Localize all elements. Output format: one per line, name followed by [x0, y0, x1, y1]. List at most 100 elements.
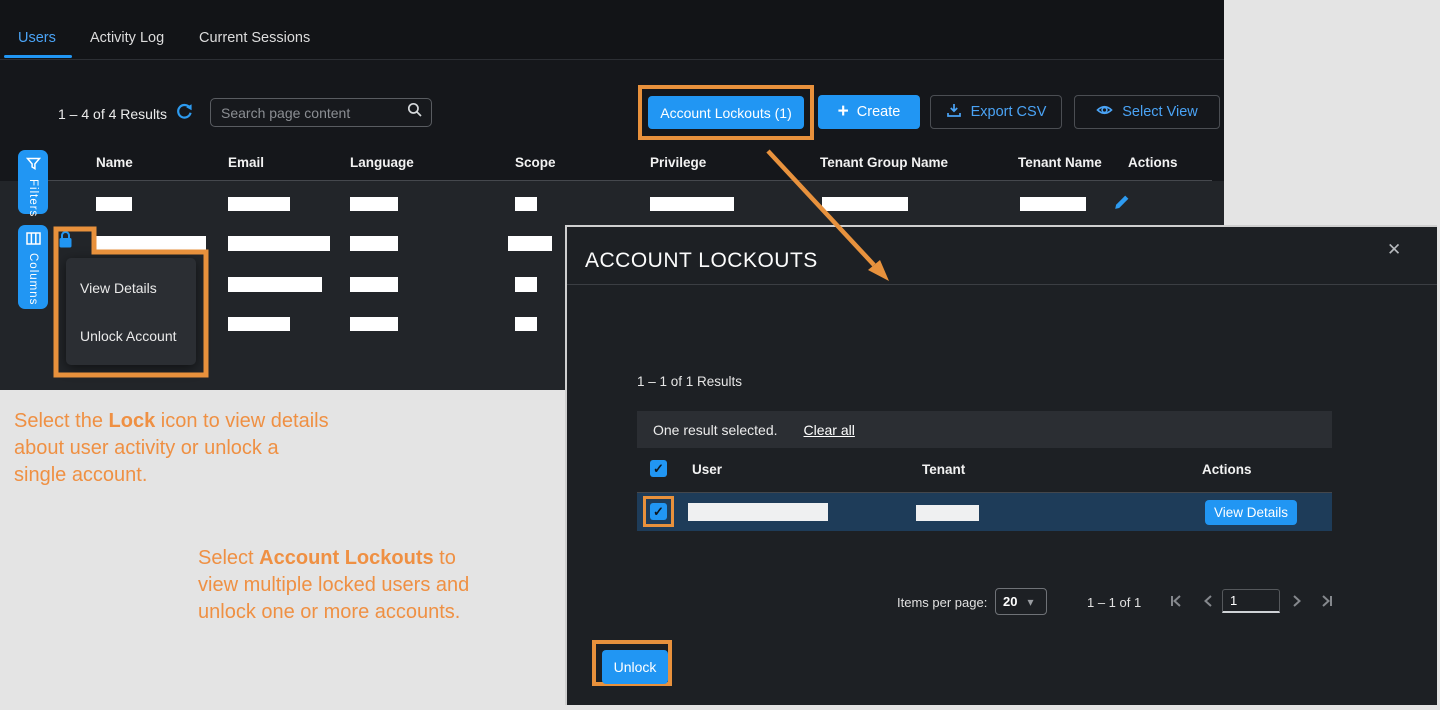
lock-context-menu: View Details Unlock Account	[66, 258, 196, 365]
unlock-button[interactable]: Unlock	[602, 650, 668, 684]
search-input[interactable]	[221, 105, 407, 121]
redacted-cell	[1020, 197, 1086, 211]
last-page-button[interactable]	[1318, 593, 1336, 612]
redacted-cell	[515, 277, 537, 292]
eye-icon	[1096, 103, 1113, 121]
col-header-email: Email	[228, 155, 264, 170]
redacted-tenant-cell	[916, 505, 979, 521]
redacted-cell	[508, 236, 552, 251]
select-view-label: Select View	[1122, 104, 1198, 120]
page-number-input[interactable]	[1222, 589, 1280, 613]
view-details-button[interactable]: View Details	[1205, 500, 1297, 525]
pagination: Items per page: 20 ▾ 1 – 1 of 1	[567, 587, 1367, 617]
redacted-cell	[350, 236, 398, 251]
redacted-cell	[228, 317, 290, 331]
filters-button[interactable]: Filters	[18, 150, 48, 214]
checkbox-callout: ✓	[643, 496, 674, 527]
modal-col-header-tenant: Tenant	[922, 462, 965, 477]
export-csv-label: Export CSV	[971, 104, 1047, 120]
row-checkbox[interactable]: ✓	[650, 503, 667, 520]
columns-button[interactable]: Columns	[18, 225, 48, 309]
items-per-page-value: 20	[1003, 594, 1017, 609]
filters-button-label: Filters	[27, 179, 39, 217]
redacted-cell	[228, 197, 290, 211]
lock-annotation-pre: Select the	[14, 410, 109, 432]
col-header-privilege: Privilege	[650, 155, 706, 170]
search-box[interactable]	[210, 98, 432, 127]
col-header-tenant-group-name: Tenant Group Name	[820, 155, 948, 170]
lockouts-annotation: Select Account Lockouts to view multiple…	[198, 545, 498, 626]
selection-text: One result selected.	[653, 422, 778, 438]
pagination-range: 1 – 1 of 1	[1087, 595, 1141, 610]
selection-bar: One result selected. Clear all	[637, 411, 1332, 448]
modal-col-header-actions: Actions	[1202, 462, 1252, 477]
account-lockouts-callout: Account Lockouts (1)	[638, 85, 814, 140]
first-page-button[interactable]	[1168, 593, 1186, 612]
items-per-page-select[interactable]: 20 ▾	[995, 588, 1047, 615]
lock-icon	[57, 237, 74, 252]
items-per-page-label: Items per page:	[897, 595, 987, 610]
menu-item-unlock-account[interactable]: Unlock Account	[80, 328, 177, 344]
redacted-cell	[350, 317, 398, 331]
chevron-left-icon	[1201, 597, 1215, 612]
check-icon: ✓	[653, 504, 664, 520]
unlock-callout: Unlock	[592, 640, 672, 686]
export-csv-button[interactable]: Export CSV	[930, 95, 1062, 129]
redacted-user-cell	[688, 503, 828, 521]
modal-title: ACCOUNT LOCKOUTS	[585, 249, 818, 273]
edit-user-button[interactable]	[1114, 194, 1130, 213]
account-lockouts-modal: ACCOUNT LOCKOUTS ✕ 1 – 1 of 1 Results On…	[565, 225, 1437, 705]
refresh-icon	[175, 109, 193, 124]
col-header-scope: Scope	[515, 155, 556, 170]
col-header-language: Language	[350, 155, 414, 170]
modal-title-divider	[567, 284, 1437, 285]
columns-grid-icon	[26, 232, 41, 248]
col-header-name: Name	[96, 155, 133, 170]
lock-annotation-bold: Lock	[109, 410, 156, 432]
filter-funnel-icon	[26, 157, 41, 174]
account-lockouts-button[interactable]: Account Lockouts (1)	[648, 96, 804, 129]
create-button-label: Create	[857, 104, 901, 120]
locked-user-row[interactable]: ✓ View Details	[637, 493, 1332, 531]
col-header-actions: Actions	[1128, 155, 1178, 170]
lockouts-annotation-bold: Account Lockouts	[259, 547, 433, 569]
create-button[interactable]: + Create	[818, 95, 920, 129]
redacted-cell	[96, 236, 206, 251]
tab-current-sessions[interactable]: Current Sessions	[199, 30, 310, 46]
table-header-divider	[48, 180, 1212, 181]
columns-button-label: Columns	[27, 253, 39, 305]
tab-activity-log[interactable]: Activity Log	[90, 30, 164, 46]
plus-icon: +	[838, 102, 849, 121]
col-header-tenant-name: Tenant Name	[1018, 155, 1102, 170]
pencil-icon	[1114, 198, 1130, 213]
account-lock-button[interactable]	[57, 230, 74, 252]
redacted-cell	[228, 277, 322, 292]
redacted-cell	[515, 317, 537, 331]
lockouts-annotation-pre: Select	[198, 547, 259, 569]
download-icon	[946, 103, 962, 122]
redacted-cell	[822, 197, 908, 211]
first-page-icon	[1168, 597, 1186, 612]
last-page-icon	[1318, 597, 1336, 612]
select-view-button[interactable]: Select View	[1074, 95, 1220, 129]
lock-annotation: Select the Lock icon to view details abo…	[14, 408, 334, 489]
check-icon: ✓	[653, 461, 664, 477]
redacted-cell	[350, 277, 398, 292]
previous-page-button[interactable]	[1201, 593, 1215, 612]
tab-users[interactable]: Users	[18, 30, 56, 46]
next-page-button[interactable]	[1290, 593, 1304, 612]
modal-col-header-user: User	[692, 462, 722, 477]
redacted-cell	[650, 197, 734, 211]
results-count: 1 – 4 of 4 Results	[58, 106, 167, 122]
close-icon[interactable]: ✕	[1387, 240, 1401, 260]
select-all-checkbox[interactable]: ✓	[650, 460, 667, 477]
tab-bar: Users Activity Log Current Sessions	[0, 0, 1224, 60]
menu-item-view-details[interactable]: View Details	[80, 280, 157, 296]
refresh-button[interactable]	[175, 103, 193, 124]
modal-table-header: ✓ User Tenant Actions	[637, 453, 1332, 493]
active-tab-underline	[4, 55, 72, 58]
redacted-cell	[515, 197, 537, 211]
chevron-right-icon	[1290, 597, 1304, 612]
caret-down-icon: ▾	[1027, 595, 1033, 609]
clear-all-link[interactable]: Clear all	[804, 422, 855, 438]
